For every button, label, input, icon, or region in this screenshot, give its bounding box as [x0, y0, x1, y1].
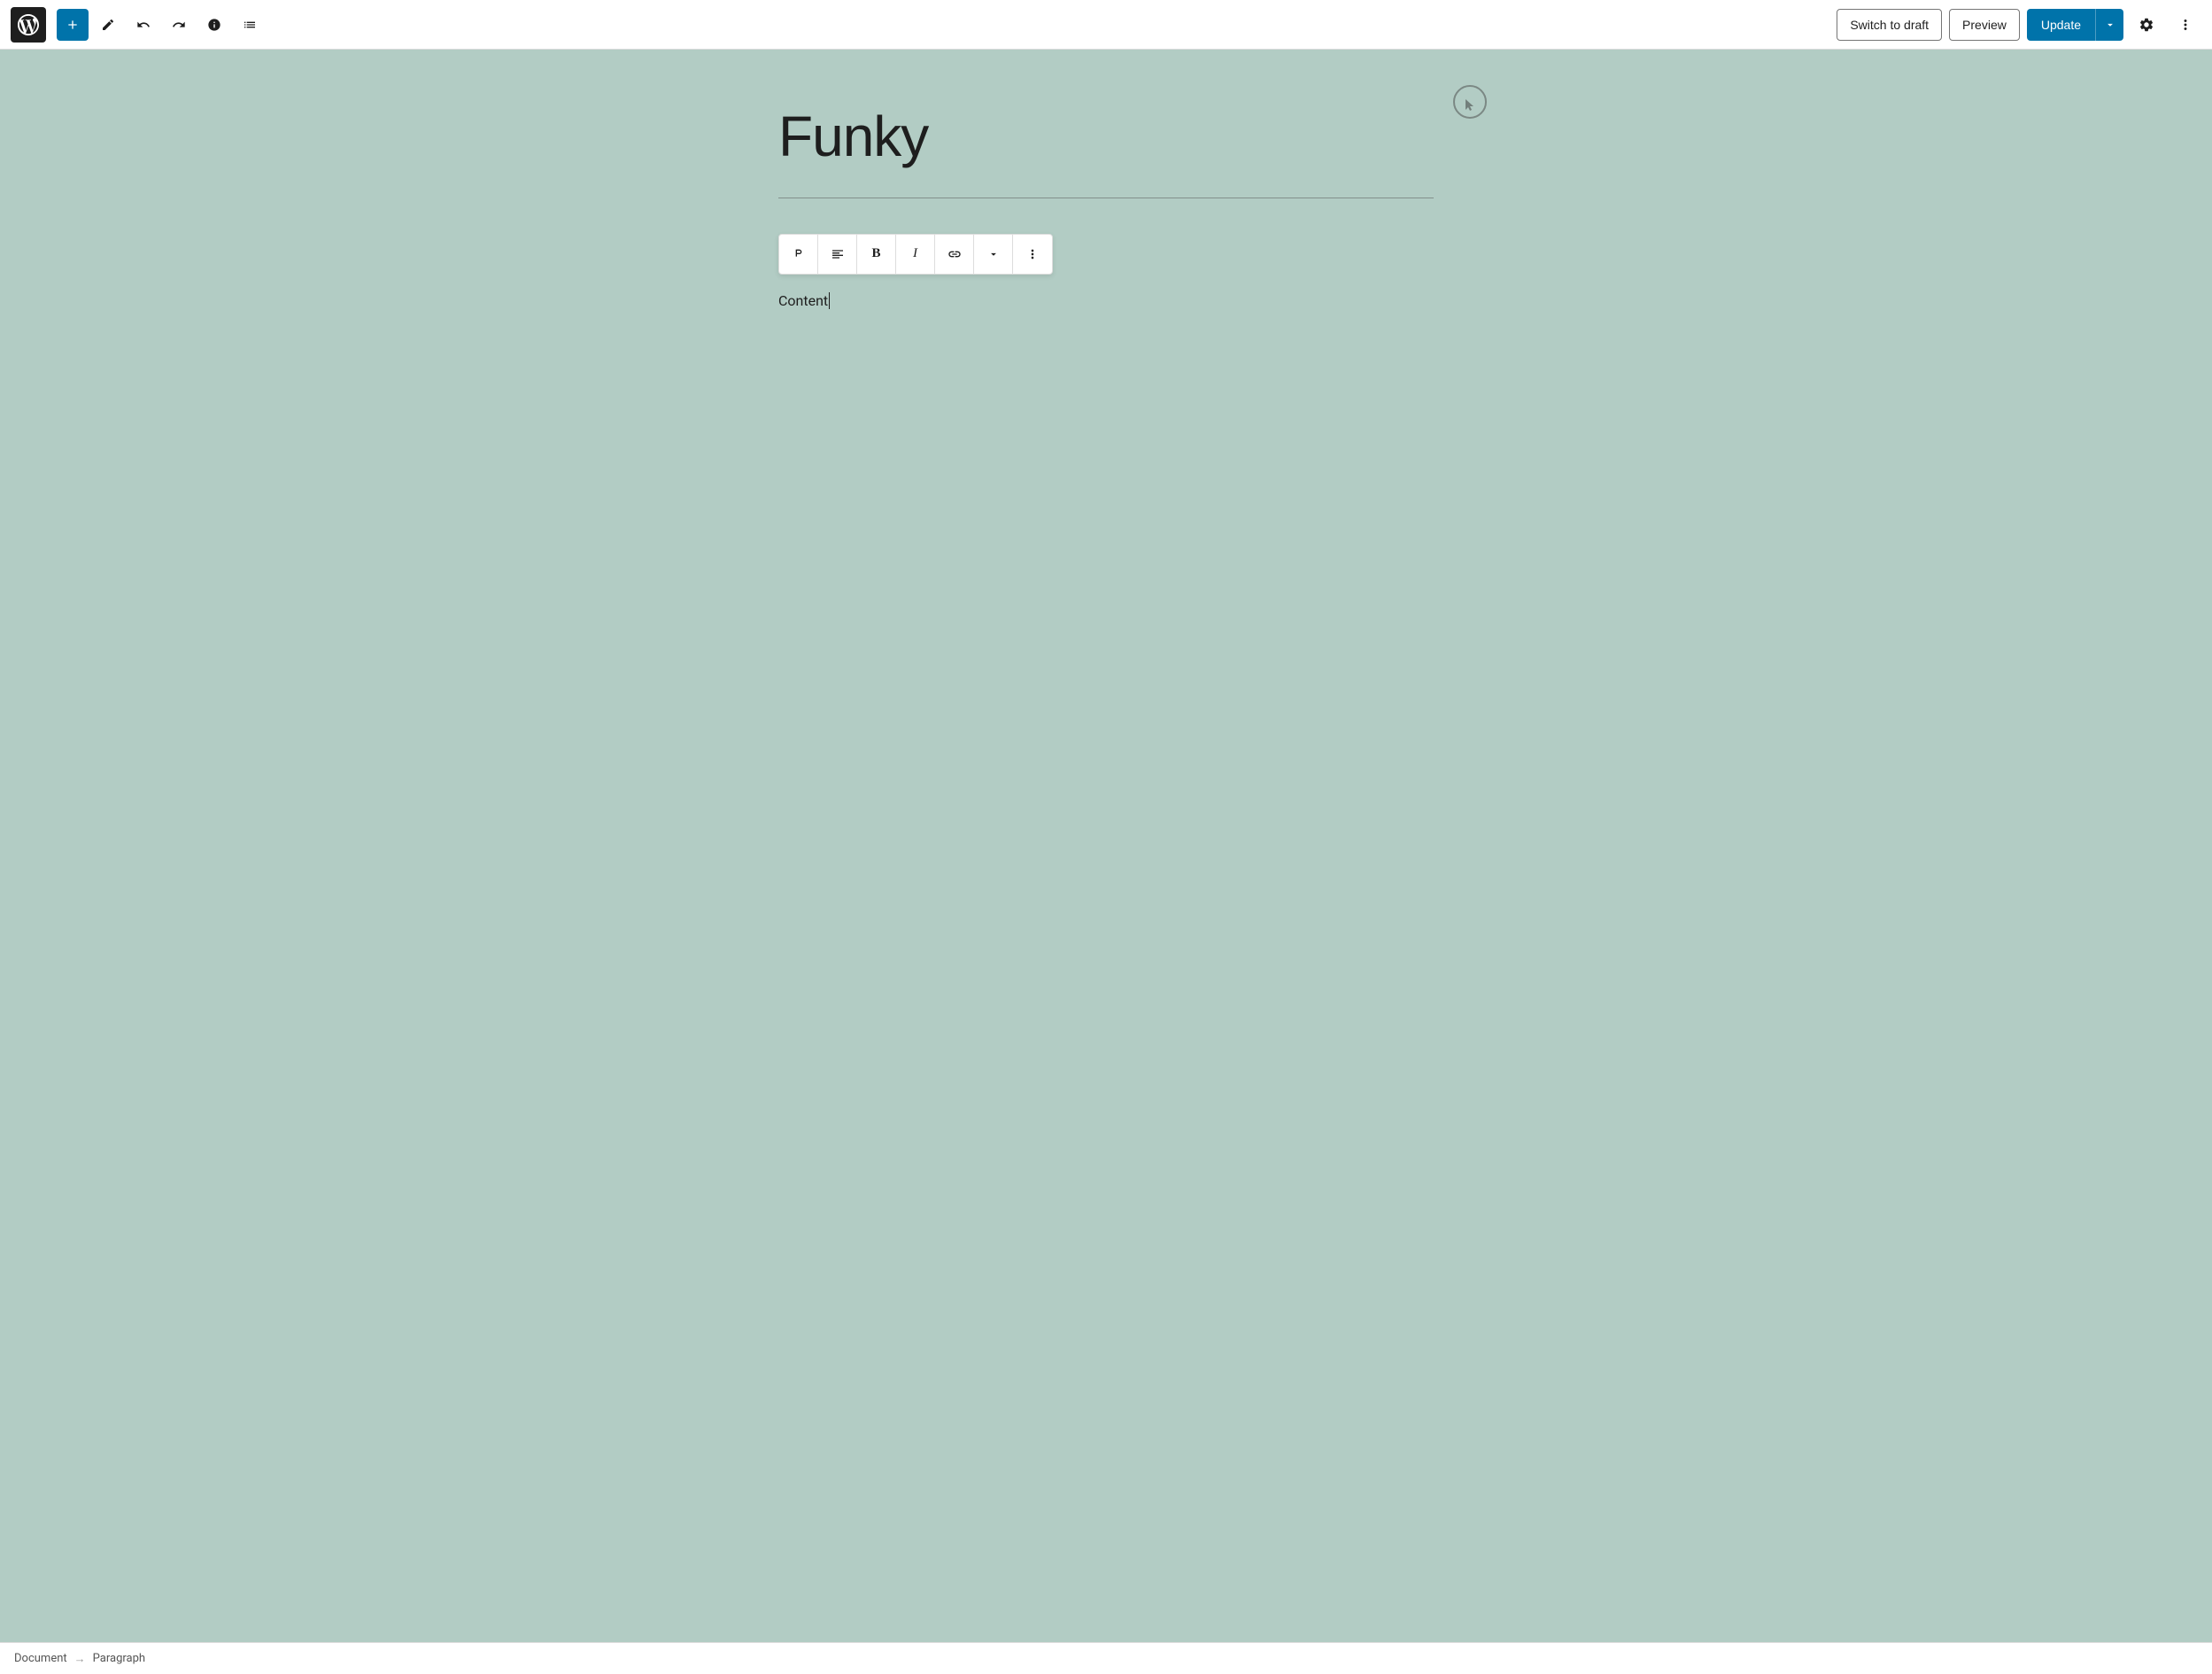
redo-button[interactable] — [163, 9, 195, 41]
info-icon — [207, 18, 221, 32]
top-toolbar: Switch to draft Preview Update — [0, 0, 2212, 50]
link-icon — [947, 247, 962, 261]
paragraph-icon — [792, 247, 806, 261]
redo-icon — [172, 18, 186, 32]
italic-button[interactable]: I — [896, 235, 935, 274]
link-button[interactable] — [935, 235, 974, 274]
block-more-button[interactable] — [1013, 235, 1052, 274]
status-bar: Document → Paragraph — [0, 1642, 2212, 1674]
editor-content: Funky — [778, 103, 1434, 313]
align-button[interactable] — [818, 235, 857, 274]
update-group: Update — [2027, 9, 2123, 41]
arrow-down-icon — [2104, 19, 2116, 31]
edit-button[interactable] — [92, 9, 124, 41]
block-toolbar: B I — [778, 234, 1053, 275]
cursor-arrow-icon — [1466, 99, 1474, 112]
more-options-button[interactable] — [2169, 9, 2201, 41]
info-button[interactable] — [198, 9, 230, 41]
editor-area: Funky — [0, 50, 2212, 1642]
plus-icon — [66, 18, 80, 32]
chevron-down-icon — [987, 248, 1000, 260]
update-button[interactable]: Update — [2027, 9, 2095, 41]
paragraph-block[interactable]: Content — [778, 289, 1434, 313]
wordpress-icon — [18, 14, 39, 35]
pen-icon — [101, 18, 115, 32]
breadcrumb-separator: → — [74, 1652, 86, 1666]
settings-button[interactable] — [2131, 9, 2162, 41]
cursor-indicator — [1453, 85, 1487, 119]
preview-button[interactable]: Preview — [1949, 9, 2020, 41]
right-actions: Switch to draft Preview Update — [1837, 9, 2201, 41]
italic-label: I — [913, 246, 917, 261]
block-type-button[interactable] — [779, 235, 818, 274]
more-formats-button[interactable] — [974, 235, 1013, 274]
gear-icon — [2139, 17, 2154, 33]
add-block-button[interactable] — [57, 9, 89, 41]
list-view-button[interactable] — [234, 9, 266, 41]
list-icon — [243, 18, 257, 32]
more-vertical-icon — [1025, 247, 1040, 261]
breadcrumb-document[interactable]: Document — [14, 1652, 67, 1665]
undo-button[interactable] — [128, 9, 159, 41]
wp-logo — [11, 7, 46, 43]
undo-icon — [136, 18, 151, 32]
update-arrow-button[interactable] — [2095, 9, 2123, 41]
ellipsis-icon — [2177, 17, 2193, 33]
bold-label: B — [871, 246, 880, 261]
breadcrumb-paragraph[interactable]: Paragraph — [93, 1652, 145, 1665]
align-icon — [831, 247, 845, 261]
bold-button[interactable]: B — [857, 235, 896, 274]
paragraph-content: Content — [778, 292, 828, 309]
switch-draft-button[interactable]: Switch to draft — [1837, 9, 1942, 41]
text-cursor — [829, 292, 830, 309]
post-title[interactable]: Funky — [778, 103, 1434, 171]
